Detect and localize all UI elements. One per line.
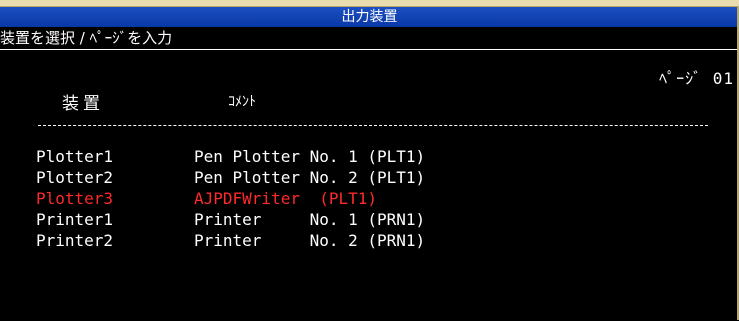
device-name: Printer1 — [36, 210, 114, 229]
device-row-printer1[interactable]: Printer1 Printer No. 1 (PRN1) — [36, 209, 425, 230]
device-name: Plotter1 — [36, 147, 114, 166]
device-name: Plotter3 — [36, 189, 114, 208]
device-row-plotter3[interactable]: Plotter3 AJPDFWriter (PLT1) — [36, 188, 377, 209]
device-comment: Printer No. 2 (PRN1) — [194, 231, 426, 250]
prompt-line[interactable]: 装置を選択 / ﾍﾟｰｼﾞを入力 — [0, 27, 739, 50]
device-comment: Pen Plotter No. 2 (PLT1) — [194, 168, 426, 187]
output-device-window: 出力装置 装置を選択 / ﾍﾟｰｼﾞを入力 ﾍﾟｰｼﾞ 01 装置 ｺﾒﾝﾄ P… — [0, 6, 739, 321]
device-comment: Printer No. 1 (PRN1) — [194, 210, 426, 229]
window-title: 出力装置 — [0, 7, 739, 27]
page-indicator: ﾍﾟｰｼﾞ 01 — [659, 69, 734, 88]
device-name: Plotter2 — [36, 168, 114, 187]
device-comment: Pen Plotter No. 1 (PLT1) — [194, 147, 426, 166]
device-list: Plotter1 Pen Plotter No. 1 (PLT1) Plotte… — [36, 146, 425, 251]
device-row-printer2[interactable]: Printer2 Printer No. 2 (PRN1) — [36, 230, 425, 251]
device-comment: AJPDFWriter (PLT1) — [194, 189, 378, 208]
device-row-plotter2[interactable]: Plotter2 Pen Plotter No. 2 (PLT1) — [36, 167, 425, 188]
header-comment: ｺﾒﾝﾄ — [228, 94, 256, 110]
device-name: Printer2 — [36, 231, 114, 250]
header-device: 装置 — [62, 94, 104, 114]
dashed-separator — [38, 125, 708, 126]
device-page-prompt: 装置を選択 / ﾍﾟｰｼﾞを入力 — [0, 29, 173, 47]
device-row-plotter1[interactable]: Plotter1 Pen Plotter No. 1 (PLT1) — [36, 146, 425, 167]
